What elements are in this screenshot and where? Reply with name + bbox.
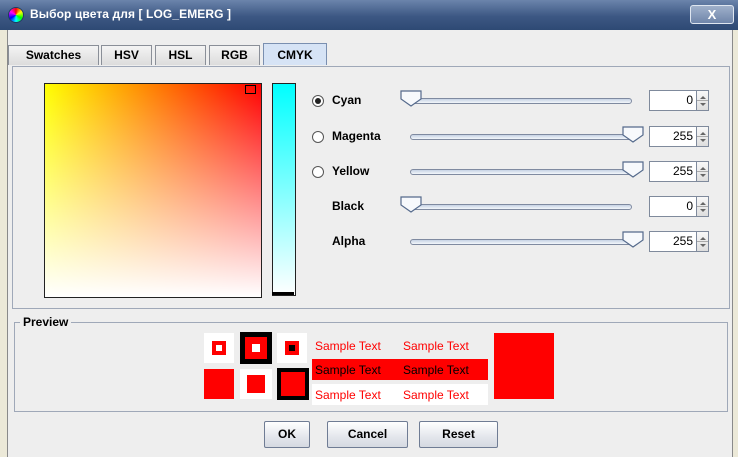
slider-row-black: Black 0 [312,196,712,222]
sample-text: Sample Text [315,363,381,377]
slider-thumb[interactable] [400,196,422,213]
color-gradient-area[interactable] [44,83,262,298]
close-icon: X [707,7,717,22]
cyan-spinner[interactable] [697,90,709,111]
field-value: 255 [672,234,693,248]
strip-marker[interactable] [272,292,294,295]
preview-swatch [240,332,272,364]
tab-label: RGB [221,48,248,62]
slider-thumb[interactable] [622,231,644,248]
preview-swatch [240,369,272,399]
alpha-label: Alpha [332,234,366,248]
slider-row-alpha: Alpha 255 [312,231,712,257]
close-button[interactable]: X [690,5,734,24]
black-value-field[interactable]: 0 [649,196,697,217]
reset-button[interactable]: Reset [419,421,498,448]
black-spinner[interactable] [697,196,709,217]
spin-down-icon[interactable] [700,244,706,247]
alpha-slider[interactable] [410,239,632,245]
magenta-value-field[interactable]: 255 [649,126,697,147]
slider-thumb[interactable] [622,161,644,178]
sample-text: Sample Text [315,388,381,402]
spin-up-icon[interactable] [700,167,706,170]
preview-swatch [204,369,234,399]
preview-swatch-inner [204,333,234,363]
sample-text: Sample Text [403,388,469,402]
spin-up-icon[interactable] [700,96,706,99]
magenta-slider[interactable] [410,134,632,140]
spin-down-icon[interactable] [700,103,706,106]
preview-swatch [277,333,307,363]
tab-label: HSV [114,48,139,62]
yellow-spinner[interactable] [697,161,709,182]
yellow-label: Yellow [332,164,370,178]
tab-label: CMYK [277,48,313,62]
cancel-button[interactable]: Cancel [327,421,408,448]
slider-row-magenta: Magenta 255 [312,126,712,152]
yellow-slider[interactable] [410,169,632,175]
magenta-spinner[interactable] [697,126,709,147]
spin-down-icon[interactable] [700,174,706,177]
field-value: 0 [686,199,693,213]
gradient-marker[interactable] [245,85,256,94]
alpha-spinner[interactable] [697,231,709,252]
yellow-radio[interactable] [312,166,324,178]
spin-up-icon[interactable] [700,237,706,240]
cyan-slider[interactable] [410,98,632,104]
tab-rgb[interactable]: RGB [209,45,260,65]
color-wheel-icon [9,8,23,22]
magenta-radio[interactable] [312,131,324,143]
sample-text: Sample Text [315,339,381,353]
slider-thumb[interactable] [622,126,644,143]
sample-text: Sample Text [403,363,469,377]
tab-label: HSL [168,48,193,62]
window-title: Выбор цвета для [ LOG_EMERG ] [30,7,232,21]
cyan-value-field[interactable]: 0 [649,90,697,111]
magenta-label: Magenta [332,129,381,143]
spin-down-icon[interactable] [700,139,706,142]
black-label: Black [332,199,365,213]
field-value: 255 [672,129,693,143]
tab-hsl[interactable]: HSL [155,45,206,65]
alpha-value-field[interactable]: 255 [649,231,697,252]
spin-up-icon[interactable] [700,202,706,205]
color-strip[interactable] [272,83,296,296]
slider-row-cyan: Cyan 0 [312,90,712,116]
tab-swatches[interactable]: Swatches [8,45,99,65]
field-value: 255 [672,164,693,178]
black-slider[interactable] [410,204,632,210]
ok-button[interactable]: OK [264,421,310,448]
spin-down-icon[interactable] [700,209,706,212]
preview-title: Preview [20,315,72,329]
tab-hsv[interactable]: HSV [101,45,152,65]
spin-up-icon[interactable] [700,132,706,135]
tab-cmyk[interactable]: CMYK [263,43,327,65]
yellow-value-field[interactable]: 255 [649,161,697,182]
preview-color-block [494,333,554,399]
cyan-radio[interactable] [312,95,324,107]
slider-thumb[interactable] [400,90,422,107]
sample-text: Sample Text [403,339,469,353]
field-value: 0 [686,93,693,107]
preview-swatch [277,368,309,400]
slider-row-yellow: Yellow 255 [312,161,712,187]
cyan-label: Cyan [332,93,362,107]
tab-label: Swatches [25,48,82,62]
title-bar: Выбор цвета для [ LOG_EMERG ] X [0,0,738,30]
